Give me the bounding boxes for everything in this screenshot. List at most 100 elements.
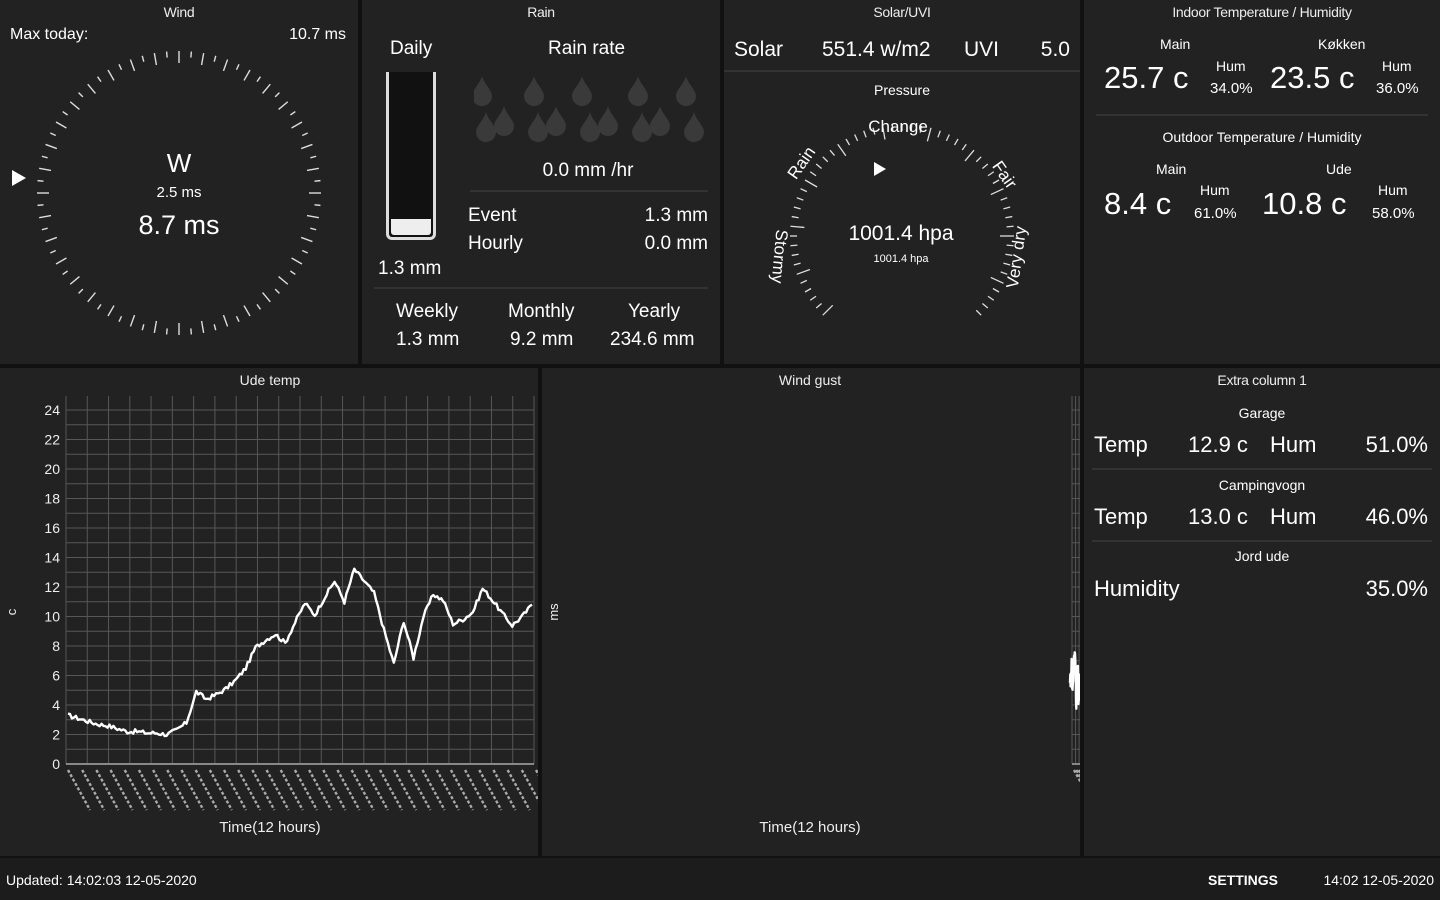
pressure-tick bbox=[815, 163, 822, 170]
outdoor-sensor2-hum: 58.0% bbox=[1372, 205, 1415, 222]
compass-tick bbox=[55, 121, 67, 129]
uvi-label: UVI bbox=[964, 38, 1000, 61]
garage-hum-value: 51.0% bbox=[1365, 432, 1428, 457]
pressure-tick bbox=[975, 309, 982, 316]
divider bbox=[1092, 540, 1432, 542]
raindrop-icon bbox=[474, 76, 492, 106]
compass-tick bbox=[314, 204, 321, 207]
compass-tick bbox=[291, 121, 303, 129]
hourly-label: Hourly bbox=[468, 233, 523, 254]
extra-column-panel: Extra column 1 Garage Temp 12.9 c Hum 51… bbox=[1084, 368, 1440, 856]
indoor-title: Indoor Temperature / Humidity bbox=[1172, 4, 1352, 20]
pressure-tick bbox=[793, 262, 801, 266]
chart-xlabel: Time(12 hours) bbox=[759, 819, 860, 836]
y-tick-label: 20 bbox=[44, 461, 60, 477]
indoor-sensor2-hum: 36.0% bbox=[1376, 80, 1419, 97]
raindrop-icon bbox=[598, 106, 618, 136]
pressure-tick bbox=[822, 156, 829, 163]
raindrops-icon bbox=[474, 76, 704, 142]
raindrop-icon bbox=[572, 76, 592, 106]
compass-tick bbox=[262, 83, 271, 94]
compass-tick bbox=[87, 292, 96, 303]
outdoor-title: Outdoor Temperature / Humidity bbox=[1162, 129, 1362, 145]
pressure-tick bbox=[837, 143, 847, 157]
compass-tick bbox=[129, 314, 136, 327]
compass-tick bbox=[190, 328, 193, 335]
garage-temp-value: 12.9 c bbox=[1188, 432, 1248, 457]
x-tick-label bbox=[520, 769, 538, 802]
x-tick-label bbox=[534, 769, 538, 777]
pressure-value: 1001.4 hpa bbox=[848, 222, 954, 245]
divider bbox=[724, 70, 1080, 72]
indoor-sensor1-hum-label: Hum bbox=[1216, 58, 1246, 74]
compass-tick bbox=[87, 83, 96, 94]
solar-title: Solar/UVI bbox=[873, 4, 931, 20]
hourly-value: 0.0 mm bbox=[644, 233, 708, 254]
y-tick-label: 6 bbox=[52, 668, 60, 684]
compass-tick bbox=[153, 320, 158, 333]
pressure-tick bbox=[829, 149, 836, 156]
jord-humidity-value: 35.0% bbox=[1365, 576, 1428, 601]
compass-tick bbox=[213, 324, 217, 331]
compass-tick bbox=[129, 59, 136, 72]
compass-tick bbox=[290, 110, 296, 116]
y-tick-label: 8 bbox=[52, 638, 60, 654]
pressure-tick bbox=[791, 253, 799, 257]
raindrop-icon bbox=[528, 112, 548, 142]
compass-tick bbox=[96, 304, 102, 310]
camp-temp-label: Temp bbox=[1094, 504, 1148, 529]
pressure-verydry-label: Very dry bbox=[1003, 225, 1031, 290]
pressure-tick bbox=[822, 304, 834, 316]
y-tick-label: 22 bbox=[44, 432, 60, 448]
jord-title: Jord ude bbox=[1234, 548, 1290, 564]
compass-tick bbox=[222, 314, 229, 327]
raindrop-icon bbox=[524, 76, 544, 106]
chart-ylabel: c bbox=[4, 608, 19, 615]
pressure-tick bbox=[1000, 197, 1008, 201]
pressure-tick bbox=[953, 138, 959, 146]
outdoor-sensor1-hum-label: Hum bbox=[1200, 182, 1230, 198]
pressure-tick bbox=[854, 134, 859, 142]
raindrop-icon bbox=[494, 106, 514, 136]
wind-gust-chart-panel: Wind gust Time(12 hours) ms 024681012141… bbox=[542, 368, 1080, 856]
rain-rate-label: Rain rate bbox=[548, 38, 626, 59]
wind-speed: 8.7 ms bbox=[138, 210, 220, 240]
weekly-value: 1.3 mm bbox=[396, 329, 460, 350]
pressure-needle-icon bbox=[874, 162, 886, 176]
pressure-tick bbox=[937, 130, 941, 138]
compass-tick bbox=[235, 64, 240, 71]
rain-rate-value: 0.0 mm /hr bbox=[542, 160, 634, 181]
pressure-tick bbox=[992, 287, 1000, 293]
compass-tick bbox=[78, 92, 84, 98]
monthly-value: 9.2 mm bbox=[510, 329, 574, 350]
extra-title: Extra column 1 bbox=[1217, 372, 1307, 388]
garage-title: Garage bbox=[1238, 405, 1286, 421]
compass-tick bbox=[274, 92, 280, 98]
compass-tick bbox=[290, 270, 296, 276]
pressure-tick bbox=[791, 215, 799, 219]
chart-xlabel: Time(12 hours) bbox=[219, 819, 320, 836]
pressure-tick bbox=[987, 295, 995, 301]
compass-tick bbox=[291, 257, 303, 265]
pressure-tick bbox=[804, 179, 818, 188]
compass-tick bbox=[213, 55, 217, 62]
pressure-tick bbox=[926, 127, 932, 142]
daily-label: Daily bbox=[390, 38, 433, 59]
raindrop-icon bbox=[628, 76, 648, 106]
yearly-value: 234.6 mm bbox=[610, 329, 695, 350]
compass-tick bbox=[165, 51, 168, 58]
y-tick-label: 24 bbox=[44, 402, 60, 418]
chart-title: Wind gust bbox=[779, 372, 841, 388]
updated-timestamp: Updated: 14:02:03 12-05-2020 bbox=[6, 872, 197, 888]
wind-direction: W bbox=[166, 148, 192, 178]
y-tick-label: 18 bbox=[44, 491, 60, 507]
compass-tick bbox=[50, 132, 57, 137]
compass-tick bbox=[256, 76, 262, 82]
settings-button[interactable]: SETTINGS bbox=[1208, 872, 1278, 888]
pressure-fair-label: Fair bbox=[988, 157, 1021, 192]
y-tick-label: 0 bbox=[52, 756, 60, 772]
pressure-tick bbox=[1003, 206, 1011, 210]
pressure-tick bbox=[982, 163, 989, 170]
compass-tick bbox=[69, 101, 80, 110]
camp-hum-value: 46.0% bbox=[1365, 504, 1428, 529]
